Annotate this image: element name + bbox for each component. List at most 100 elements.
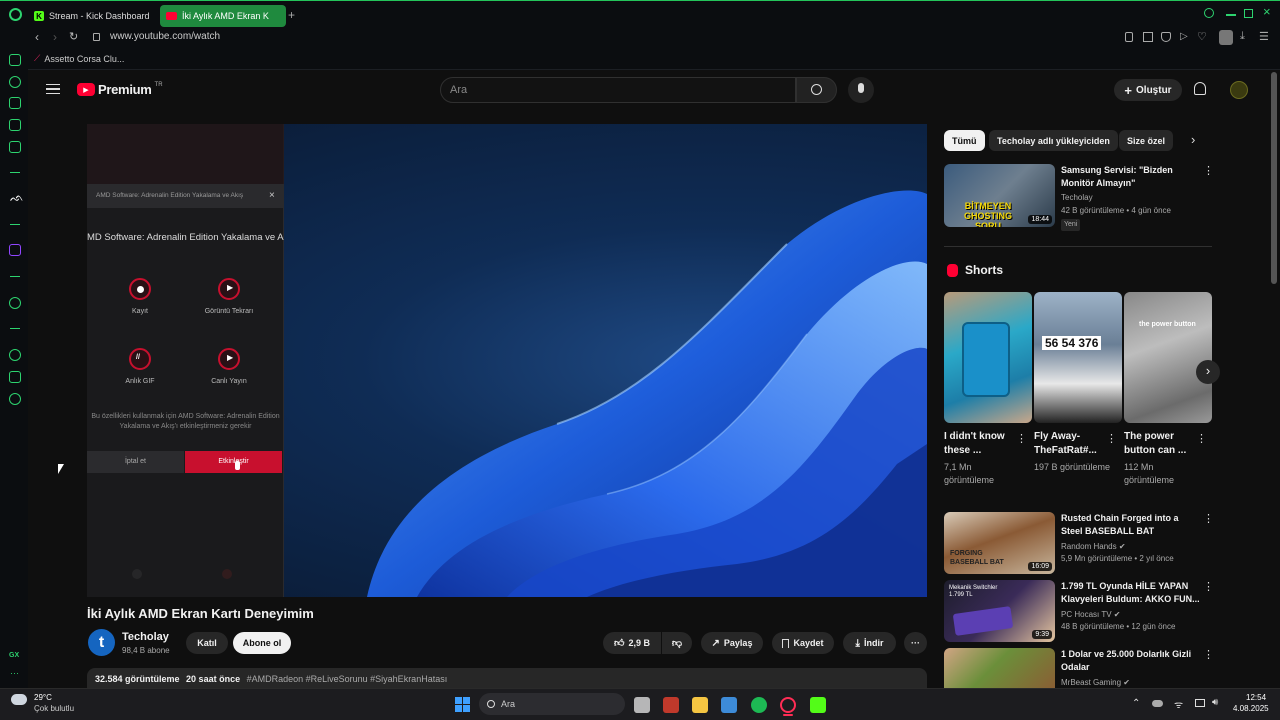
more-icon[interactable]: ··· [10,668,19,678]
profile-avatar[interactable] [1219,30,1233,45]
workspace-icon[interactable] [9,54,21,66]
maximize-button[interactable] [1244,9,1253,18]
shorts-next-button[interactable]: › [1196,360,1220,384]
like-button[interactable]: 👍︎ 2,9 B [603,632,661,654]
twitch-icon[interactable] [9,244,21,256]
join-button[interactable]: Katıl [186,632,228,654]
gx-control-icon[interactable] [9,97,21,109]
video-thumbnail[interactable]: BİTMEYEN GHOSTING SORU 18:44 [944,164,1055,227]
weather-icon[interactable] [11,694,27,705]
notifications-bell-icon[interactable] [1194,82,1206,95]
amd-cancel-button[interactable]: İptal et [87,451,184,473]
kick-app-icon[interactable] [810,697,826,713]
back-icon[interactable]: ‹ [35,30,39,44]
snapshot-icon[interactable] [1143,32,1153,42]
start-button[interactable] [455,697,470,712]
short-title[interactable]: The power button can ... [1124,430,1196,458]
taskbar-search[interactable]: Ara [479,693,625,715]
short-thumbnail[interactable] [944,292,1032,423]
hashtags[interactable]: #AMDRadeon #ReLiveSorunu #SiyahEkranHata… [247,674,448,684]
video-thumbnail[interactable]: Mekanik Switchler 1.799 TL 9:39 [944,580,1055,642]
channel-name[interactable]: Techolay [122,631,169,643]
short-menu-icon[interactable]: ⋮ [1016,432,1027,445]
create-button[interactable]: + Oluştur [1114,79,1182,101]
video-menu-icon[interactable]: ⋮ [1203,580,1214,593]
amd-dialog-close-icon[interactable]: × [269,190,275,201]
video-title-link[interactable]: Rusted Chain Forged into a Steel BASEBAL… [1061,512,1196,538]
share-button[interactable]: ↗ Paylaş [701,632,763,654]
tray-volume-icon[interactable]: 🔊︎ [1212,697,1218,708]
video-title-link[interactable]: Samsung Servisi: "Bizden Monitör Almayın… [1061,164,1196,190]
opera-gx-taskbar-icon[interactable] [780,697,796,713]
tab-youtube-video[interactable]: İki Aylık AMD Ekran K [160,5,286,27]
history-icon[interactable] [9,76,21,88]
description-box[interactable]: 32.584 görüntüleme 20 saat önce #AMDRade… [87,668,927,690]
more-actions-button[interactable]: ··· [904,632,927,654]
file-explorer-icon[interactable] [692,697,708,713]
gx-label[interactable]: GX [9,652,19,659]
page-scrollbar[interactable] [1271,72,1277,284]
youtube-logo[interactable]: ▶ Premium TR [77,82,163,97]
extensions-icon[interactable] [9,371,21,383]
video-title-link[interactable]: 1.799 TL Oyunda HİLE YAPAN Klavyeleri Bu… [1061,580,1201,606]
pin-icon[interactable] [1125,32,1133,42]
video-menu-icon[interactable]: ⋮ [1203,648,1214,661]
amd-enable-button[interactable]: Etkinleştir [185,451,282,473]
video-thumbnail[interactable]: FORGING BASEBALL BAT 16:09 [944,512,1055,574]
instant-gif-icon[interactable]: // [129,348,151,370]
url-field[interactable]: www.youtube.com/watch [110,31,220,42]
shield-icon[interactable] [1161,32,1171,42]
short-menu-icon[interactable]: ⋮ [1106,432,1117,445]
hamburger-menu-icon[interactable] [46,84,60,94]
player-sidebar-icon[interactable] [9,297,21,309]
short-thumbnail[interactable]: 56 54 376 [1034,292,1122,423]
video-menu-icon[interactable]: ⋮ [1203,164,1214,177]
account-avatar[interactable] [1230,81,1248,99]
tab-kick-dashboard[interactable]: K Stream - Kick Dashboard [28,5,156,27]
chips-next-icon[interactable]: › [1191,132,1195,147]
minimize-button[interactable] [1226,14,1236,16]
search-tabs-icon[interactable] [1204,8,1214,18]
kick-sidebar-icon[interactable]: ᨒ [10,192,24,205]
new-tab-button[interactable]: + [288,8,295,22]
close-window-button[interactable]: × [1263,4,1271,19]
player-icon[interactable]: ▷ [1180,31,1188,42]
chip-for-you[interactable]: Size özel [1119,130,1174,151]
chip-all[interactable]: Tümü [944,130,985,151]
dislike-button[interactable]: 👎︎ [662,632,692,654]
clock-time[interactable]: 12:54 [1246,693,1266,702]
short-title[interactable]: Fly Away-TheFatRat#... [1034,430,1106,458]
video-channel[interactable]: Random Hands ✔ [1061,541,1126,553]
video-title-link[interactable]: 1 Dolar ve 25.000 Dolarlık Gizli Odalar [1061,648,1196,674]
spotify-icon[interactable] [751,697,767,713]
forward-icon[interactable]: › [53,30,57,44]
chip-from-uploader[interactable]: Techolay adlı yükleyiciden [989,130,1118,151]
opera-logo-icon[interactable] [9,8,22,21]
menu-icon[interactable]: ☰ [1259,30,1269,43]
download-icon[interactable]: ⤓ [1240,30,1245,43]
reload-icon[interactable]: ↻ [69,30,78,43]
save-button[interactable]: Kaydet [772,632,834,654]
gx-cleaner-icon[interactable] [9,119,21,131]
video-menu-icon[interactable]: ⋮ [1203,512,1214,525]
news-widget-icon[interactable] [663,697,679,713]
short-thumbnail[interactable]: the power button [1124,292,1212,423]
voice-search-button[interactable] [848,77,874,103]
tray-display-icon[interactable] [1195,699,1205,707]
bookmark-assetto[interactable]: Assetto Corsa Clu... [44,54,124,64]
task-view-icon[interactable] [634,697,650,713]
video-channel[interactable]: PC Hocası TV ✔ [1061,609,1120,621]
tray-chevron-icon[interactable]: ⌃ [1132,698,1140,709]
short-title[interactable]: I didn't know these ... [944,430,1016,458]
download-button[interactable]: ⤓ İndir [843,632,896,654]
video-thumbnail[interactable] [944,648,1055,688]
short-menu-icon[interactable]: ⋮ [1196,432,1207,445]
music-icon[interactable] [9,141,21,153]
weather-desc[interactable]: Çok bulutlu [34,704,74,713]
weather-temp[interactable]: 29°C [34,693,52,702]
settings-gear-icon[interactable] [9,393,21,405]
search-input[interactable]: Ara [440,77,796,103]
search-button[interactable] [796,77,837,103]
record-icon[interactable] [129,278,151,300]
live-stream-icon[interactable]: ▶ [218,348,240,370]
